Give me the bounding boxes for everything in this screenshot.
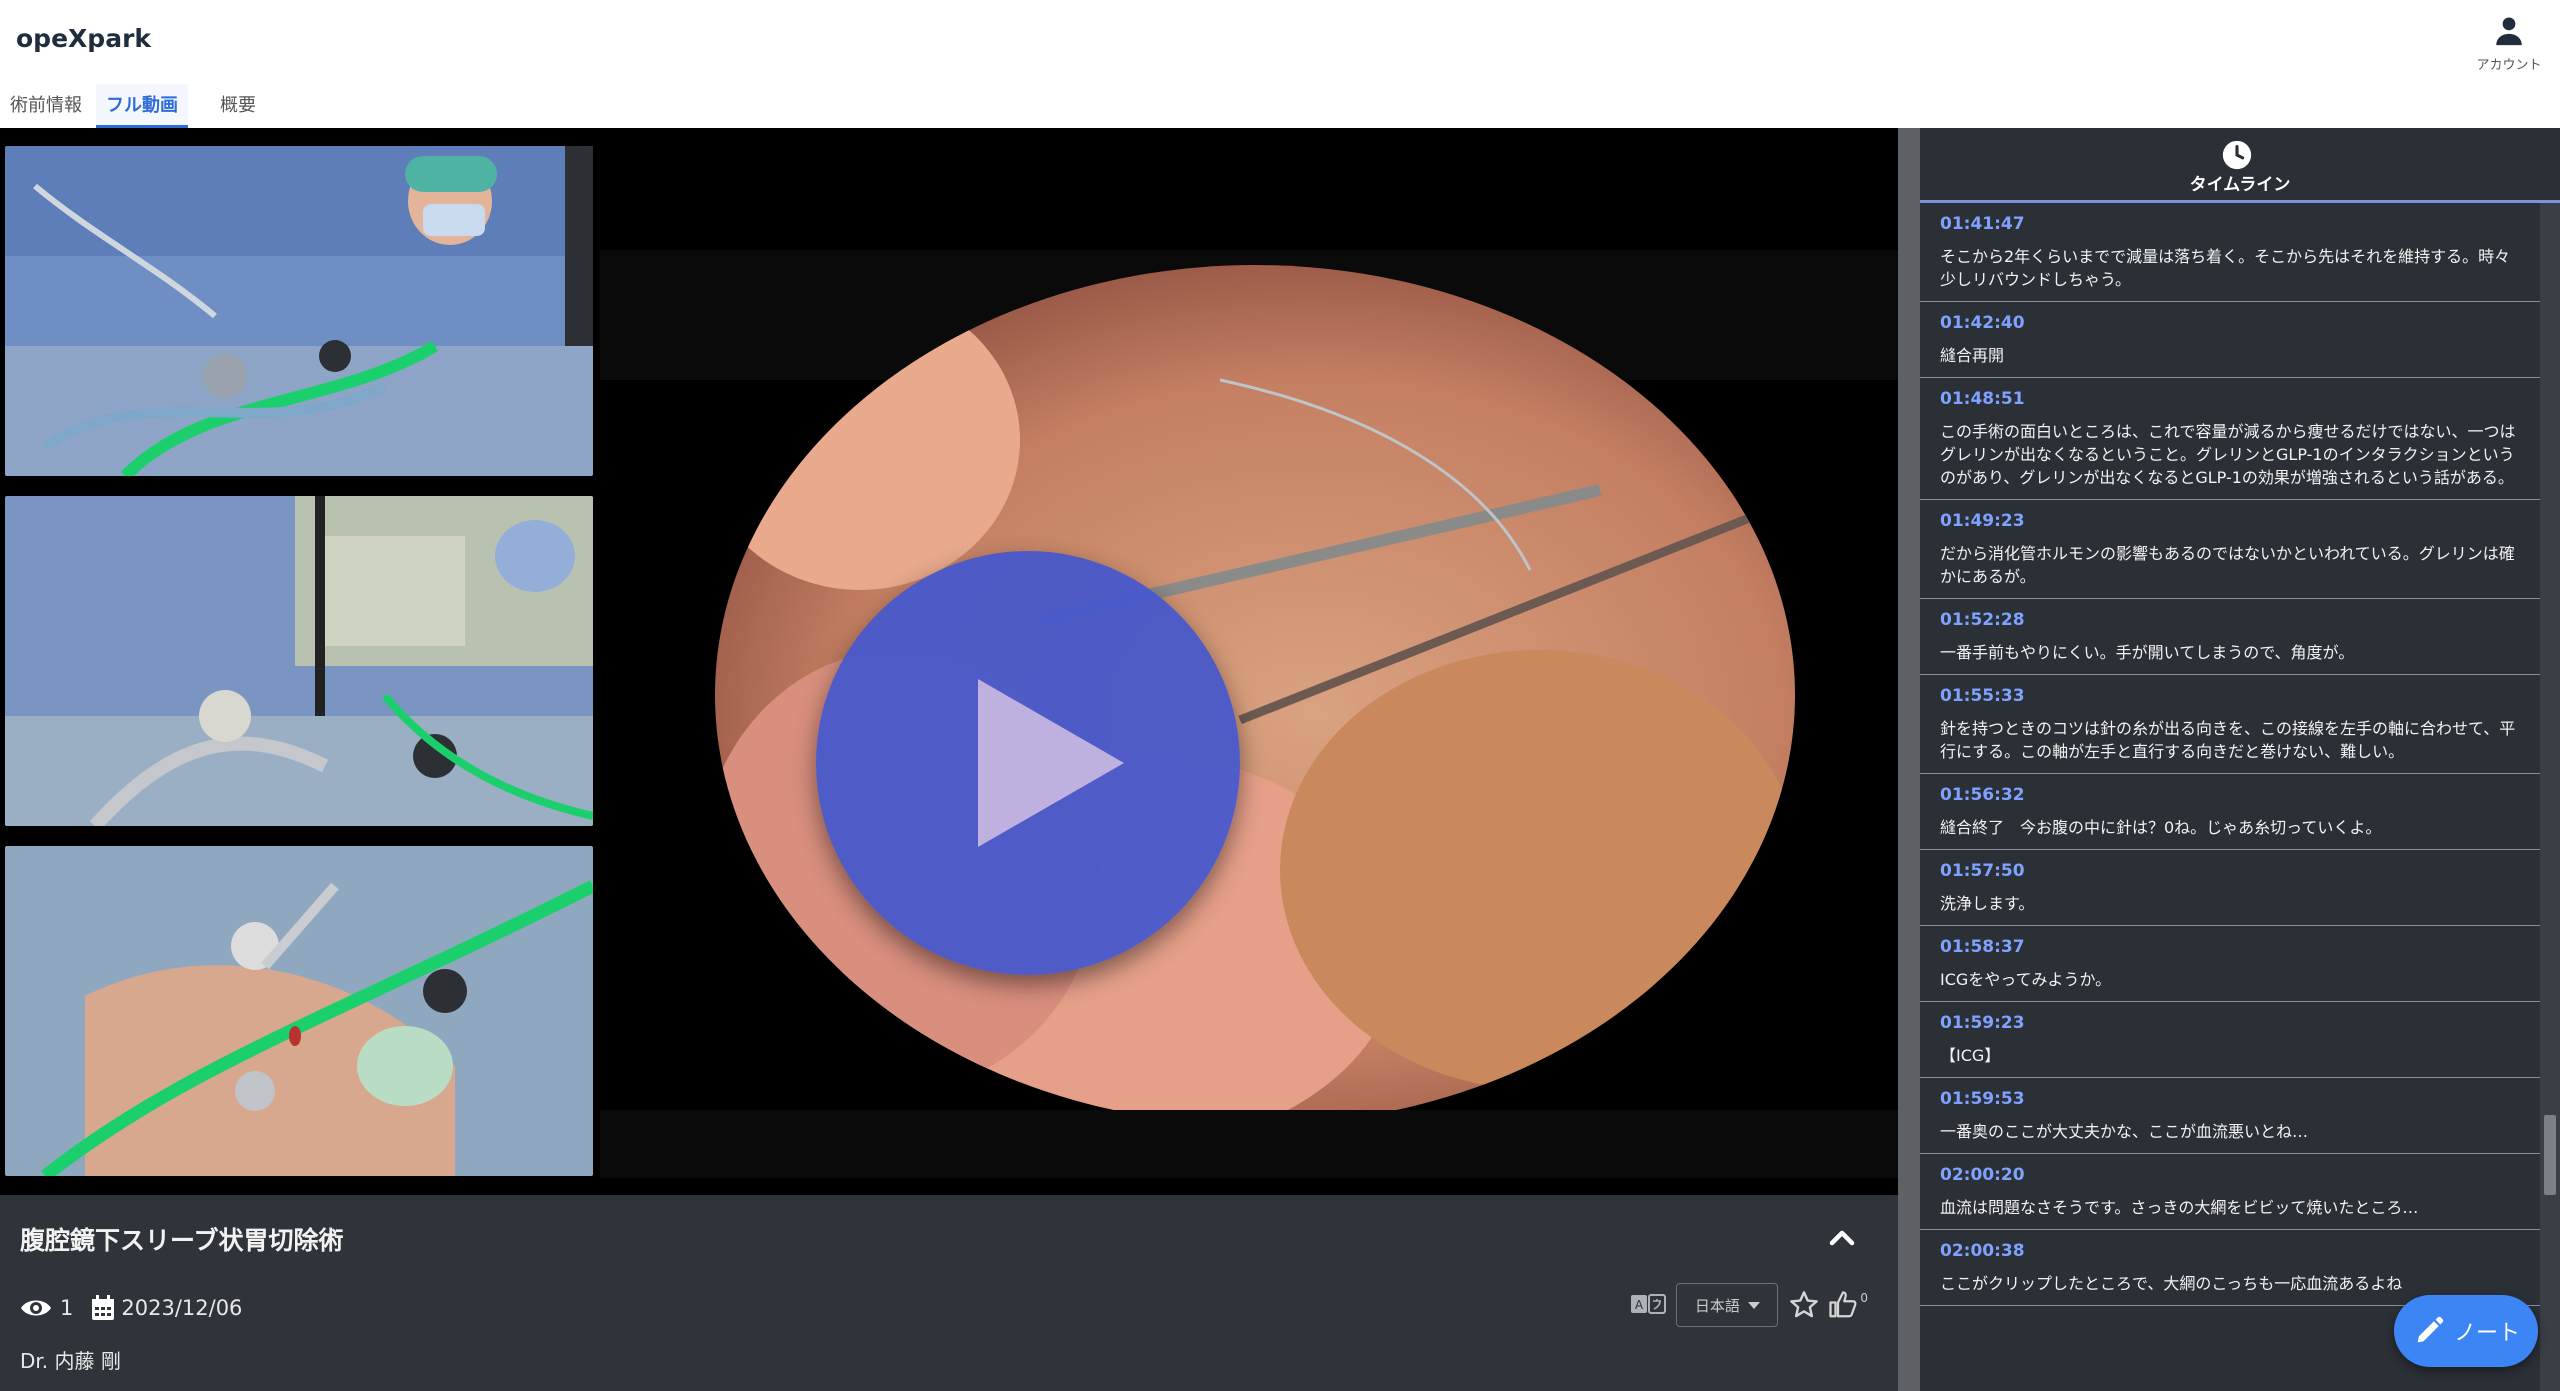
laparoscope-video[interactable] [600, 250, 1898, 1178]
timeline-timestamp[interactable]: 01:56:32 [1940, 784, 2520, 806]
video-title: 腹腔鏡下スリーブ状胃切除術 [20, 1226, 344, 1255]
tab-full-video[interactable]: フル動画 [96, 84, 188, 128]
camera-view-3[interactable] [5, 846, 593, 1176]
timeline-timestamp[interactable]: 01:52:28 [1940, 609, 2520, 631]
pencil-icon [2417, 1316, 2444, 1343]
timeline-item[interactable]: 01:57:50 洗浄します。 [1920, 850, 2540, 926]
timeline-comment: 【ICG】 [1940, 1046, 2001, 1065]
favorite-star-icon[interactable] [1788, 1289, 1820, 1321]
timeline-item[interactable]: 01:49:23 だから消化管ホルモンの影響もあるのではないかといわれている。グレ… [1920, 500, 2540, 599]
video-tools: A 日本語 0 [1630, 1283, 1868, 1327]
app-logo[interactable]: opeXpark [16, 24, 151, 53]
language-select[interactable]: 日本語 [1676, 1283, 1779, 1327]
note-button-label: ノート [2453, 1321, 2520, 1346]
timeline-comment: 洗浄します。 [1940, 894, 2035, 913]
camera-view-1[interactable] [5, 146, 593, 476]
video-meta: 1 2023/12/06 [20, 1293, 242, 1323]
timeline-comment: ここがクリップしたところで、大網のこっちも一応血流あるよね [1940, 1274, 2403, 1293]
timeline-timestamp[interactable]: 01:49:23 [1940, 510, 2520, 532]
clock-icon [2222, 140, 2252, 170]
timeline-item[interactable]: 01:52:28 一番手前もやりにくい。手が開いてしまうので、角度が。 [1920, 599, 2540, 675]
panel-divider[interactable] [1898, 128, 1920, 1391]
timeline-tab[interactable]: タイムライン [1920, 128, 2560, 203]
timeline-comment: だから消化管ホルモンの影響もあるのではないかといわれている。グレリンは確かにある… [1940, 544, 2515, 586]
tab-preop-info[interactable]: 術前情報 [0, 84, 92, 128]
timeline-item[interactable]: 01:48:51 この手術の面白いところは、これで容量が減るから痩せるだけではない… [1920, 378, 2540, 500]
timeline-panel: タイムライン 01:41:47 そこから2年くらいまでで減量は落ち着く。そこから先… [1920, 128, 2560, 1391]
note-button[interactable]: ノート [2394, 1295, 2538, 1367]
timeline-item[interactable]: 01:41:47 そこから2年くらいまでで減量は落ち着く。そこから先はそれを維持す… [1920, 203, 2540, 302]
laparoscope-frame [600, 250, 1898, 1178]
timeline-comment: 一番奥のここが大丈夫かな、ここが血流悪いとね… [1940, 1122, 2309, 1141]
timeline-label: タイムライン [2189, 175, 2291, 195]
view-count: 1 [60, 1296, 74, 1320]
timeline-comment: そこから2年くらいまでで減量は落ち着く。そこから先はそれを維持する。時々少しリバ… [1940, 247, 2511, 289]
or-view-image-3 [5, 846, 593, 1176]
scrollbar-thumb[interactable] [2544, 1115, 2556, 1195]
timeline-timestamp[interactable]: 01:48:51 [1940, 388, 2520, 410]
timeline-scrollbar[interactable] [2540, 203, 2560, 1391]
timeline-timestamp[interactable]: 01:58:37 [1940, 936, 2520, 958]
svg-text:A: A [1635, 1298, 1644, 1312]
timeline-list: 01:41:47 そこから2年くらいまでで減量は落ち着く。そこから先はそれを維持す… [1920, 203, 2540, 1306]
timeline-comment: 縫合終了 今お腹の中に針は？0ね。じゃあ糸切っていくよ。 [1940, 818, 2382, 837]
camera-view-2[interactable] [5, 496, 593, 826]
video-player[interactable] [0, 128, 1898, 1195]
collapse-button[interactable] [1822, 1217, 1862, 1257]
timeline-item[interactable]: 01:56:32 縫合終了 今お腹の中に針は？0ね。じゃあ糸切っていくよ。 [1920, 774, 2540, 850]
calendar-icon [92, 1295, 115, 1320]
tab-bar: 術前情報 フル動画 概要 [0, 84, 2560, 129]
timeline-timestamp[interactable]: 01:55:33 [1940, 685, 2520, 707]
eye-icon [21, 1300, 51, 1316]
timeline-comment: 縫合再開 [1940, 346, 2005, 365]
timeline-comment: 針を持つときのコツは針の糸が出る向きを、この接線を左手の軸に合わせて、平行にする… [1940, 719, 2516, 761]
timeline-item[interactable]: 01:42:40 縫合再開 [1920, 302, 2540, 378]
or-view-image-1 [5, 146, 593, 476]
or-view-image-2 [5, 496, 593, 826]
timeline-timestamp[interactable]: 01:41:47 [1940, 213, 2520, 235]
play-icon [978, 679, 1124, 847]
like-count: 0 [1860, 1291, 1868, 1305]
timeline-comment: ICGをやってみようか。 [1940, 970, 2112, 989]
language-select-value: 日本語 [1694, 1296, 1740, 1315]
timeline-comment: この手術の面白いところは、これで容量が減るから痩せるだけではない、一つはグレリン… [1940, 422, 2516, 487]
user-icon [2496, 17, 2522, 46]
timeline-item[interactable]: 01:59:53 一番奥のここが大丈夫かな、ここが血流悪いとね… [1920, 1078, 2540, 1154]
account-button[interactable]: アカウント [2474, 14, 2544, 73]
tab-summary[interactable]: 概要 [210, 84, 266, 128]
account-label: アカウント [2476, 58, 2542, 73]
translate-icon[interactable]: A [1630, 1293, 1667, 1317]
timeline-timestamp[interactable]: 01:57:50 [1940, 860, 2520, 882]
timeline-timestamp[interactable]: 02:00:38 [1940, 1240, 2520, 1262]
chevron-up-icon [1829, 1230, 1855, 1246]
like-thumb-icon[interactable] [1828, 1290, 1858, 1320]
app-header: opeXpark アカウント [0, 0, 2560, 85]
timeline-item[interactable]: 01:59:23 【ICG】 [1920, 1002, 2540, 1078]
timeline-timestamp[interactable]: 02:00:20 [1940, 1164, 2520, 1186]
video-info-panel: 腹腔鏡下スリーブ状胃切除術 1 2023/12/06 Dr. 内藤 剛 A 日本… [0, 1195, 1898, 1391]
timeline-timestamp[interactable]: 01:59:53 [1940, 1088, 2520, 1110]
timeline-item[interactable]: 01:55:33 針を持つときのコツは針の糸が出る向きを、この接線を左手の軸に合わ… [1920, 675, 2540, 774]
timeline-item[interactable]: 02:00:20 血流は問題なさそうです。さっきの大網をビビッて焼いたところ… [1920, 1154, 2540, 1230]
timeline-timestamp[interactable]: 01:59:23 [1940, 1012, 2520, 1034]
doctor-name: Dr. 内藤 剛 [20, 1349, 121, 1373]
timeline-comment: 一番手前もやりにくい。手が開いてしまうので、角度が。 [1940, 643, 2355, 662]
play-button[interactable] [816, 551, 1240, 975]
timeline-item[interactable]: 01:58:37 ICGをやってみようか。 [1920, 926, 2540, 1002]
upload-date: 2023/12/06 [121, 1296, 243, 1320]
timeline-comment: 血流は問題なさそうです。さっきの大網をビビッて焼いたところ… [1940, 1198, 2419, 1217]
caret-down-icon [1747, 1301, 1760, 1309]
timeline-timestamp[interactable]: 01:42:40 [1940, 312, 2520, 334]
